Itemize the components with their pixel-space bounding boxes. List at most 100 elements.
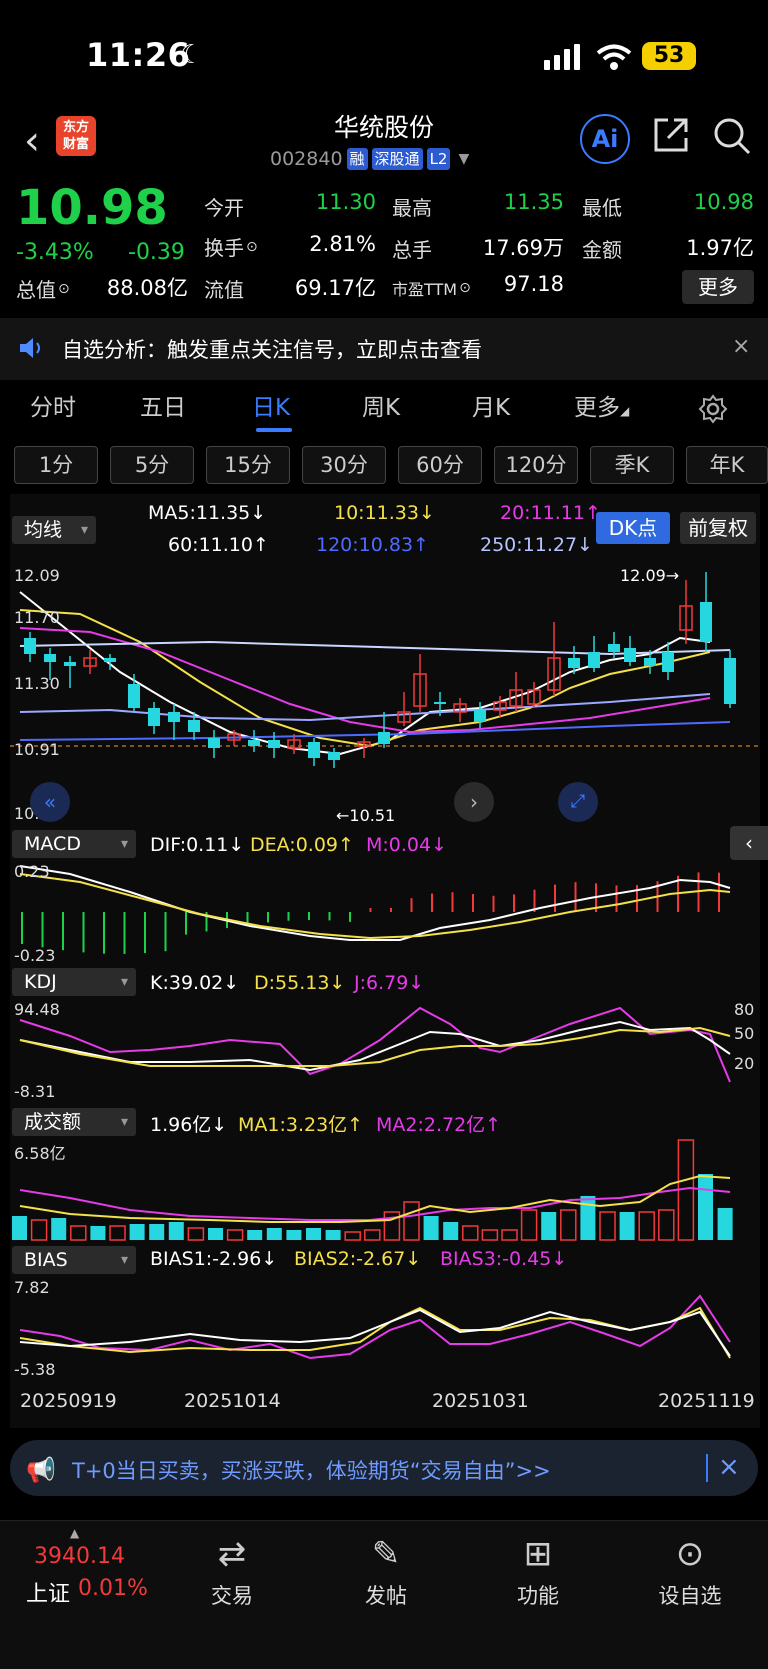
y-axis-4: 10.91 — [14, 740, 60, 759]
quote-value-volume: 17.69万 — [482, 236, 564, 260]
close-icon[interactable]: × — [732, 334, 750, 359]
index-name[interactable]: 上证 — [26, 1576, 70, 1608]
macd-y-min: -0.23 — [14, 946, 56, 965]
nav-add-watchlist-label: 设自选 — [658, 1584, 722, 1608]
info-icon[interactable]: ⊙ — [246, 239, 258, 255]
volume-bar-up — [560, 1209, 577, 1241]
quote-label-open: 今开 — [204, 196, 244, 220]
volume-bar-up — [462, 1225, 479, 1241]
dk-button[interactable]: DK点 — [596, 512, 670, 544]
more-button[interactable]: 更多 — [682, 270, 754, 304]
quote-value-amount: 1.97亿 — [686, 236, 754, 260]
nav-trade[interactable]: ⇄ 交易 — [182, 1534, 282, 1610]
stock-meta[interactable]: 002840 融 深股通 L2 ▼ — [270, 148, 469, 170]
volume-bar-up — [481, 1229, 499, 1241]
volume-value: 1.96亿↓ — [150, 1114, 228, 1136]
y-axis-max: 12.09 — [14, 566, 60, 585]
legend-ma250: 250:11.27↓ — [480, 534, 593, 556]
pe-label-text: 市盈TTM — [392, 280, 458, 299]
macd-selector[interactable]: MACD — [12, 830, 136, 858]
gear-icon[interactable] — [698, 394, 728, 424]
candle-body-down — [308, 742, 320, 758]
info-icon[interactable]: ⊙ — [58, 281, 70, 297]
volume-selector[interactable]: 成交额 — [12, 1108, 136, 1136]
expand-up-icon[interactable]: ▲ — [70, 1526, 79, 1540]
volume-bar-up — [70, 1225, 87, 1241]
chip-60min[interactable]: 60分 — [398, 446, 482, 484]
chip-quarter-k[interactable]: 季K — [590, 446, 674, 484]
legend-ma10: 10:11.33↓ — [334, 502, 435, 524]
tab-monthly-k[interactable]: 月K — [472, 388, 510, 422]
volume-bar-up — [30, 1219, 48, 1241]
bias-3: BIAS3:-0.45↓ — [440, 1248, 568, 1270]
volume-bar-down — [247, 1230, 263, 1240]
search-icon[interactable] — [712, 116, 752, 156]
tab-more[interactable]: 更多◢ — [574, 388, 629, 422]
chip-15min[interactable]: 15分 — [206, 446, 290, 484]
index-value[interactable]: 3940.14 — [34, 1544, 125, 1569]
tab-more-label: 更多 — [574, 395, 620, 421]
volume-bar-down — [51, 1218, 67, 1240]
candle-body-down — [474, 710, 486, 722]
volume-bar-up — [599, 1211, 616, 1241]
candle-body-down — [24, 638, 36, 654]
ma-selector[interactable]: 均线 — [12, 516, 96, 544]
index-pct[interactable]: 0.01% — [78, 1576, 148, 1601]
close-icon[interactable]: × — [718, 1452, 740, 1482]
promo-text[interactable]: T+0当日买卖，买涨买跌，体验期货“交易自由”>> — [72, 1455, 551, 1485]
volume-bar-down — [306, 1228, 321, 1240]
nav-post[interactable]: ✎ 发帖 — [336, 1534, 436, 1610]
tab-weekly-k[interactable]: 周K — [362, 388, 400, 422]
chip-5min[interactable]: 5分 — [110, 446, 194, 484]
kline-chart[interactable] — [10, 562, 760, 824]
tab-daily-k[interactable]: 日K — [252, 388, 290, 422]
candle-body-down — [700, 602, 712, 642]
volume-bar-down — [168, 1222, 184, 1240]
expand-icon[interactable]: ⤢ — [558, 782, 598, 822]
kdj-selector[interactable]: KDJ — [12, 968, 136, 996]
last-price: 10.98 — [16, 180, 168, 236]
next-icon[interactable]: › — [454, 782, 494, 822]
speaker-icon — [20, 338, 40, 358]
date-label-3: 20251031 — [432, 1390, 529, 1412]
scroll-left-icon[interactable]: « — [30, 782, 70, 822]
kdj-ref-80: 80 — [734, 1000, 755, 1019]
ma250-line — [19, 640, 731, 656]
quote-label-high: 最高 — [392, 196, 432, 220]
volume-bar-down — [149, 1224, 165, 1240]
ai-button[interactable]: Ai — [580, 114, 630, 164]
chip-120min[interactable]: 120分 — [494, 446, 578, 484]
candle-body-down — [378, 732, 390, 744]
candle-body-down — [44, 654, 56, 662]
nav-functions[interactable]: ⊞ 功能 — [488, 1534, 588, 1610]
share-icon[interactable] — [652, 116, 690, 154]
tab-five-day[interactable]: 五日 — [140, 388, 186, 422]
volume-bar-down — [12, 1216, 27, 1240]
bias-1: BIAS1:-2.96↓ — [150, 1248, 278, 1270]
bias-selector[interactable]: BIAS — [12, 1246, 136, 1274]
candle-body-down — [268, 740, 280, 748]
nav-add-watchlist[interactable]: ⊙ 设自选 — [640, 1534, 740, 1610]
volume-y-max: 6.58亿 — [14, 1144, 66, 1163]
quote-label-volume: 总手 — [392, 238, 432, 262]
tab-intraday[interactable]: 分时 — [30, 388, 76, 422]
quote-value-open: 11.30 — [315, 190, 376, 214]
adjust-button[interactable]: 前复权 — [680, 512, 756, 544]
collapse-panel-icon[interactable]: ‹ — [730, 826, 768, 860]
bias-y-max: 7.82 — [14, 1278, 50, 1297]
chip-year-k[interactable]: 年K — [686, 446, 768, 484]
wifi-icon — [596, 44, 632, 70]
notice-text[interactable]: 自选分析：触发重点关注信号，立即点击查看 — [62, 334, 482, 364]
volume-bar-down — [325, 1230, 341, 1240]
chip-30min[interactable]: 30分 — [302, 446, 386, 484]
tag-connect: 深股通 — [371, 148, 423, 170]
macd-y-max: 0.23 — [14, 862, 50, 881]
chip-1min[interactable]: 1分 — [14, 446, 98, 484]
trade-icon: ⇄ — [217, 1534, 247, 1574]
quote-value-low: 10.98 — [693, 190, 754, 214]
info-icon[interactable]: ⊙ — [459, 280, 471, 296]
volume-bar-down — [717, 1208, 733, 1240]
megaphone-icon: 📢 — [26, 1456, 56, 1484]
candle-body-down — [208, 738, 220, 748]
legend-ma60: 60:11.10↑ — [168, 534, 269, 556]
